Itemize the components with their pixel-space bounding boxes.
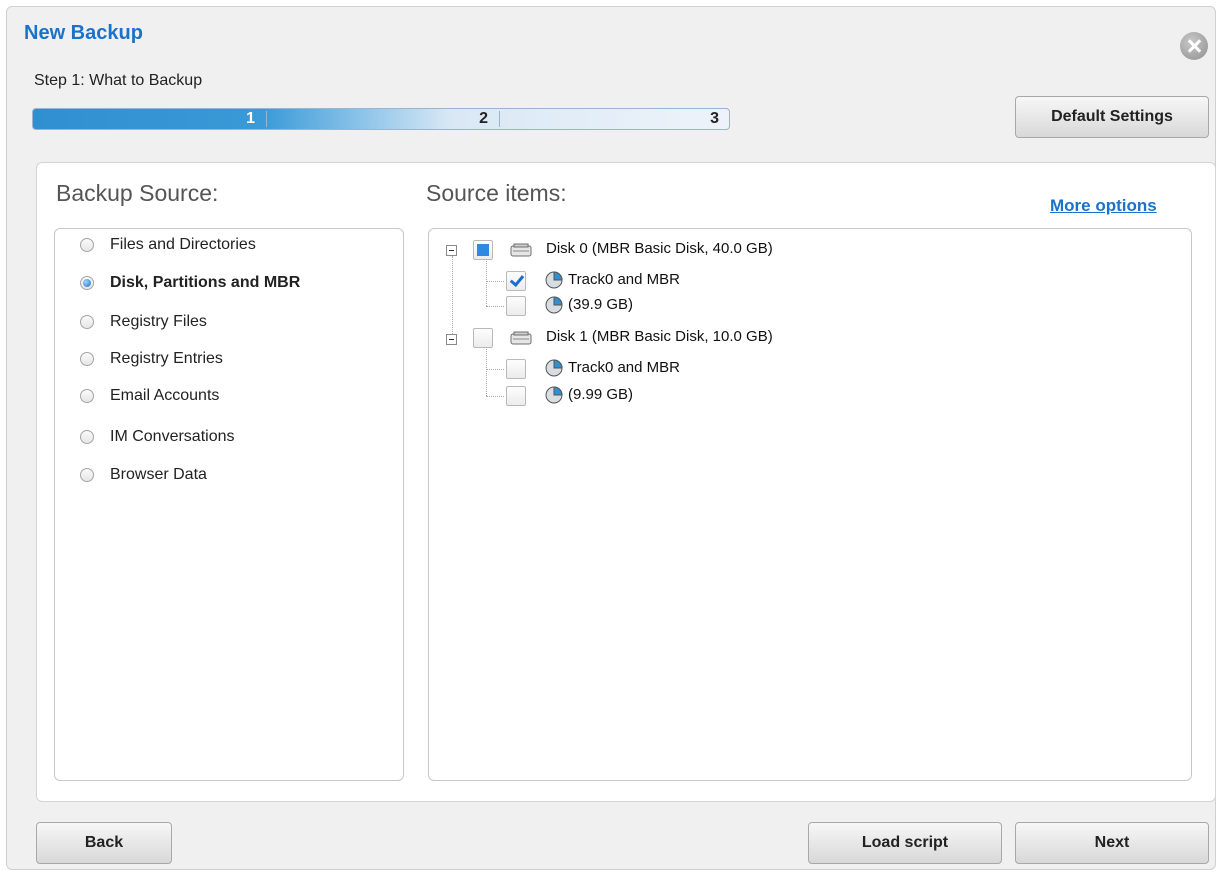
radio-button-selected[interactable] bbox=[80, 276, 94, 290]
radio-browser-data[interactable]: Browser Data bbox=[80, 466, 207, 484]
radio-files-and-directories[interactable]: Files and Directories bbox=[80, 236, 256, 254]
tree-connector bbox=[486, 369, 504, 370]
partition-pie-icon bbox=[545, 271, 563, 289]
radio-email-accounts[interactable]: Email Accounts bbox=[80, 387, 219, 405]
radio-label: IM Conversations bbox=[110, 428, 235, 445]
tree-connector bbox=[486, 258, 487, 306]
radio-button[interactable] bbox=[80, 352, 94, 366]
disk-1-checkbox[interactable] bbox=[473, 328, 493, 348]
backup-source-title: Backup Source: bbox=[56, 180, 219, 206]
source-items-title: Source items: bbox=[426, 180, 567, 206]
partition-pie-icon bbox=[545, 359, 563, 377]
tree-item-label: (39.9 GB) bbox=[568, 296, 634, 313]
tree-connector bbox=[486, 281, 504, 282]
partition-pie-icon bbox=[545, 296, 563, 314]
radio-button[interactable] bbox=[80, 389, 94, 403]
partition-checkbox[interactable] bbox=[506, 386, 526, 406]
tree-item-label: Track0 and MBR bbox=[568, 271, 680, 288]
track0-mbr-checkbox[interactable] bbox=[506, 271, 526, 291]
source-items-tree bbox=[428, 228, 1192, 781]
disk-0-checkbox[interactable] bbox=[473, 240, 493, 260]
hard-disk-icon bbox=[510, 243, 532, 257]
hard-disk-icon bbox=[510, 331, 532, 345]
radio-button[interactable] bbox=[80, 238, 94, 252]
tree-collapse-icon[interactable] bbox=[446, 245, 457, 256]
partition-checkbox[interactable] bbox=[506, 296, 526, 316]
radio-registry-files[interactable]: Registry Files bbox=[80, 313, 207, 331]
radio-registry-entries[interactable]: Registry Entries bbox=[80, 350, 223, 368]
close-icon[interactable] bbox=[1180, 32, 1208, 60]
default-settings-button[interactable]: Default Settings bbox=[1015, 96, 1209, 138]
step-text: Step 1: What to Backup bbox=[34, 72, 203, 89]
track0-mbr-checkbox[interactable] bbox=[506, 359, 526, 379]
radio-label: Registry Entries bbox=[110, 350, 223, 367]
radio-label: Files and Directories bbox=[110, 236, 256, 253]
radio-label: Email Accounts bbox=[110, 387, 220, 404]
tree-collapse-icon[interactable] bbox=[446, 334, 457, 345]
tree-item-label: Disk 1 (MBR Basic Disk, 10.0 GB) bbox=[546, 328, 773, 345]
radio-button[interactable] bbox=[80, 430, 94, 444]
next-button[interactable]: Next bbox=[1015, 822, 1209, 864]
radio-disk-partitions-mbr[interactable]: Disk, Partitions and MBR bbox=[80, 274, 300, 292]
progress-step-3: 3 bbox=[710, 110, 719, 127]
backup-source-list bbox=[54, 228, 404, 781]
tree-connector bbox=[486, 306, 504, 307]
radio-label: Browser Data bbox=[110, 466, 207, 483]
tree-connector bbox=[452, 256, 453, 340]
radio-button[interactable] bbox=[80, 315, 94, 329]
partition-pie-icon bbox=[545, 386, 563, 404]
load-script-button[interactable]: Load script bbox=[808, 822, 1002, 864]
progress-step-2: 2 bbox=[479, 110, 488, 127]
radio-im-conversations[interactable]: IM Conversations bbox=[80, 428, 235, 446]
tree-connector bbox=[486, 396, 504, 397]
tree-item-label: Track0 and MBR bbox=[568, 359, 680, 376]
radio-label: Registry Files bbox=[110, 313, 207, 330]
tree-item-label: Disk 0 (MBR Basic Disk, 40.0 GB) bbox=[546, 240, 773, 257]
tree-item-label: (9.99 GB) bbox=[568, 386, 634, 403]
more-options-link[interactable]: More options bbox=[1050, 196, 1157, 216]
dialog-title: New Backup bbox=[24, 22, 143, 44]
radio-label: Disk, Partitions and MBR bbox=[110, 274, 301, 291]
radio-button[interactable] bbox=[80, 468, 94, 482]
progress-step-1: 1 bbox=[246, 110, 255, 127]
back-button[interactable]: Back bbox=[36, 822, 172, 864]
tree-connector bbox=[486, 346, 487, 396]
step-progress-bar: 1 2 3 bbox=[32, 108, 730, 130]
